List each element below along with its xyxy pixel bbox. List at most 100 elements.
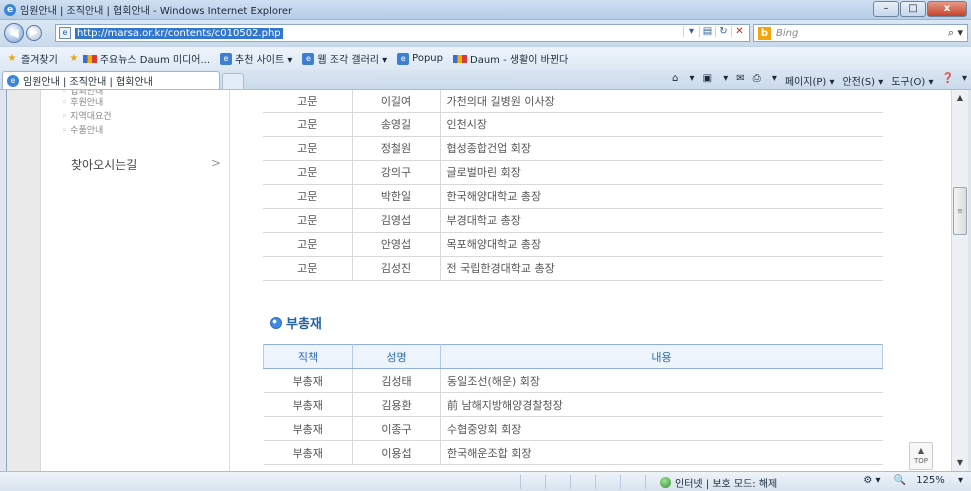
back-button[interactable]: ◀	[4, 23, 24, 43]
page-icon: e	[397, 52, 410, 65]
name-cell: 이용섭	[352, 440, 441, 465]
role-cell: 고문	[263, 136, 352, 161]
section-heading-label: 부총재	[286, 317, 322, 332]
url-actions: ▾ ▤ ↻ ✕	[683, 26, 747, 37]
minimize-button[interactable]: –	[873, 1, 899, 17]
status-divider	[645, 475, 646, 489]
role-cell: 고문	[263, 208, 352, 233]
top-label: TOP	[913, 457, 928, 465]
table-row: 부총재 김성태 동일조선(해운) 회장	[263, 368, 883, 393]
favorites-button[interactable]: ★ 즐겨찾기	[6, 51, 58, 67]
desc-cell: 인천시장	[440, 112, 883, 137]
add-favorite-icon: ★	[69, 52, 79, 64]
table-row: 부총재 이종구 수협중앙회 회장	[263, 416, 883, 441]
tab-current[interactable]: e 임원안내 | 조직안내 | 협회안내	[2, 71, 220, 89]
address-field[interactable]: e http://marsa.or.kr/contents/c010502.ph…	[55, 24, 750, 42]
menu-item-directions[interactable]: 찾아오시는길 >	[71, 156, 221, 173]
desc-cell: 협성종합건업 회장	[440, 136, 883, 161]
role-cell: 고문	[263, 112, 352, 137]
role-cell: 부총재	[263, 392, 353, 417]
search-icon[interactable]: ⌕ ▾	[948, 26, 963, 40]
page-menu[interactable]: 페이지(P) ▾	[785, 73, 835, 88]
new-tab-button[interactable]	[222, 73, 244, 89]
url-text[interactable]: http://marsa.or.kr/contents/c010502.php	[75, 27, 283, 39]
compatibility-icon[interactable]: ▤	[699, 26, 715, 37]
scroll-top-button[interactable]: ▲ TOP	[909, 442, 933, 470]
refresh-icon[interactable]: ↻	[715, 26, 731, 37]
header-desc: 내용	[440, 344, 883, 369]
chevron-up-icon: ▲	[917, 446, 925, 455]
name-cell: 강의구	[351, 160, 441, 185]
daum-icon	[82, 54, 97, 63]
table-row: 부총재 김용환 前 남해지방해양경찰청장	[263, 392, 883, 417]
maximize-button[interactable]: □	[900, 1, 926, 17]
window-titlebar: e 임원안내 | 조직안내 | 협회안내 - Windows Internet …	[0, 0, 971, 20]
zoom-icon: 🔍	[893, 475, 907, 486]
feeds-button[interactable]: ▣ ▾	[703, 73, 729, 88]
search-input[interactable]: b Bing ⌕ ▾	[753, 24, 968, 42]
page-icon: e	[59, 27, 71, 39]
name-cell: 김성진	[351, 256, 441, 281]
table-row: 고문 송영길 인천시장	[263, 112, 883, 137]
fav-daum[interactable]: Daum - 생활이 바뀐다	[453, 51, 568, 66]
page-viewport: 업회안내 후원안내 지역대요건 수품안내 찾아오시는길 > 고문 이길여 가천의…	[6, 90, 951, 471]
fav-suggested-sites[interactable]: e 추천 사이트 ▾	[220, 51, 292, 66]
role-cell: 고문	[263, 160, 352, 185]
name-cell: 김성태	[352, 368, 441, 393]
fav-web-slice-gallery[interactable]: e 웹 조각 갤러리 ▾	[302, 51, 387, 66]
safety-menu[interactable]: 안전(S) ▾	[842, 73, 883, 88]
tools-menu[interactable]: 도구(O) ▾	[891, 73, 933, 88]
submenu-item-goods[interactable]: 수품안내	[62, 124, 229, 138]
desc-cell: 수협중앙회 회장	[440, 416, 883, 441]
vertical-scrollbar[interactable]: ▲ ≡ ▼	[951, 90, 968, 471]
page-gutter	[7, 90, 41, 471]
daum-icon	[453, 54, 467, 63]
submenu-item-sponsor[interactable]: 후원안내	[62, 96, 229, 110]
zoom-control[interactable]: ⚙ ▾ 🔍 125% ▾	[853, 475, 963, 486]
status-bar: 인터넷 | 보호 모드: 해제 ⚙ ▾ 🔍 125% ▾	[0, 471, 971, 491]
print-button[interactable]: ⎙ ▾	[753, 73, 777, 88]
dropdown-icon[interactable]: ▾	[683, 26, 699, 37]
stop-icon[interactable]: ✕	[731, 26, 747, 37]
favorites-bar: ★ 즐겨찾기 ★ 주요뉴스 Daum 미디어... e 추천 사이트 ▾ e 웹…	[0, 46, 971, 70]
name-cell: 이종구	[352, 416, 441, 441]
role-cell: 부총재	[263, 368, 353, 393]
scrollbar-thumb[interactable]: ≡	[953, 187, 967, 235]
scroll-down-arrow-icon[interactable]: ▼	[952, 455, 968, 471]
scroll-up-arrow-icon[interactable]: ▲	[952, 90, 968, 106]
table-row: 고문 박한일 한국해양대학교 총장	[263, 184, 883, 209]
main-content: 고문 이길여 가천의대 길병원 이사장 고문 송영길 인천시장 고문 정철원 협…	[230, 90, 936, 471]
name-cell: 박한일	[351, 184, 441, 209]
vp-table: 직책 성명 내용 부총재 김성태 동일조선(해운) 회장 부총재 김용환 前 남…	[263, 344, 883, 465]
bing-icon: b	[758, 26, 771, 40]
security-zone[interactable]: 인터넷 | 보호 모드: 해제	[660, 475, 777, 490]
close-button[interactable]: x	[927, 1, 967, 17]
bullet-icon	[270, 316, 282, 329]
desc-cell: 부경대학교 총장	[440, 208, 883, 233]
zoom-dropdown-icon[interactable]: ▾	[958, 475, 963, 486]
table-header-row: 직책 성명 내용	[263, 344, 883, 369]
forward-button[interactable]: ▶	[26, 25, 42, 41]
fav-popup[interactable]: e Popup	[397, 52, 443, 65]
zoom-level: 125%	[916, 475, 945, 486]
status-divider	[545, 475, 546, 489]
home-button[interactable]: ⌂ ▾	[672, 73, 695, 88]
role-cell: 고문	[263, 232, 352, 257]
help-button[interactable]: ❓ ▾	[942, 73, 967, 88]
role-cell: 고문	[263, 90, 352, 113]
star-icon: ★	[7, 52, 17, 64]
desc-cell: 前 남해지방해양경찰청장	[440, 392, 883, 417]
page-icon: e	[302, 52, 315, 65]
name-cell: 김용환	[352, 392, 441, 417]
ie-logo-icon: e	[4, 3, 16, 16]
submenu-item-region[interactable]: 지역대요건	[62, 110, 229, 124]
protected-mode-icon[interactable]: ⚙ ▾	[863, 475, 880, 486]
fav-daum-media[interactable]: ★ 주요뉴스 Daum 미디어...	[68, 51, 210, 67]
table-row: 고문 김영섭 부경대학교 총장	[263, 208, 883, 233]
role-cell: 부총재	[263, 440, 353, 465]
tab-bar: e 임원안내 | 조직안내 | 협회안내 ⌂ ▾ ▣ ▾ ✉ ⎙ ▾ 페이지(P…	[0, 70, 971, 90]
role-cell: 고문	[263, 256, 352, 281]
mail-button[interactable]: ✉	[736, 73, 744, 88]
name-cell: 송영길	[351, 112, 441, 137]
status-divider	[520, 475, 521, 489]
